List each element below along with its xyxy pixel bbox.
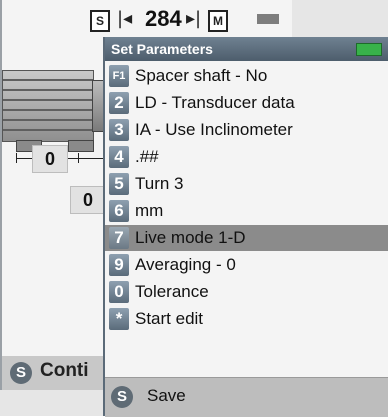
menu-item-start-edit[interactable]: * Start edit [105,306,388,332]
key-3-icon: 3 [109,119,129,141]
top-distance-readout: S |◂ 284 ▸| M [2,6,292,36]
key-9-icon: 9 [109,254,129,276]
save-button[interactable]: S Save [105,377,388,417]
continue-button[interactable]: S Conti [2,356,106,390]
key-2-icon: 2 [109,92,129,114]
menu-item-averaging[interactable]: 9 Averaging - 0 [105,252,388,278]
key-7-icon: 7 [109,227,129,249]
front-foot-value: 0 [32,145,68,173]
key-0-icon: 0 [109,281,129,303]
key-f1-icon: F1 [109,65,129,87]
key-5-icon: 5 [109,173,129,195]
dialog-title-bar: Set Parameters [105,37,388,61]
key-star-icon: * [109,308,129,330]
parameter-menu: F1 Spacer shaft - No 2 LD - Transducer d… [105,63,388,333]
s-key-icon: S [10,362,32,384]
motor-icon [2,70,94,142]
s-key-icon: S [111,386,133,408]
menu-item-spacer-shaft[interactable]: F1 Spacer shaft - No [105,63,388,89]
menu-item-live-mode[interactable]: 7 Live mode 1-D [105,225,388,251]
battery-icon [257,14,279,24]
key-6-icon: 6 [109,200,129,222]
battery-full-icon [356,43,382,56]
arrow-left-icon: |◂ [117,8,133,29]
key-4-icon: 4 [109,146,129,168]
menu-item-decimals[interactable]: 4 .## [105,144,388,170]
set-parameters-dialog: Set Parameters F1 Spacer shaft - No 2 LD… [103,37,388,417]
tag-s: S [90,10,110,32]
top-distance-value: 284 [145,6,182,31]
rear-foot-value: 0 [70,186,106,214]
device-screen: S |◂ 284 ▸| M 0 0 S Conti Set Parameters… [0,0,388,417]
menu-item-turn[interactable]: 5 Turn 3 [105,171,388,197]
menu-item-tolerance[interactable]: 0 Tolerance [105,279,388,305]
arrow-right-icon: ▸| [186,8,202,29]
dialog-title: Set Parameters [111,41,213,57]
menu-item-inclinometer[interactable]: 3 IA - Use Inclinometer [105,117,388,143]
menu-item-units[interactable]: 6 mm [105,198,388,224]
menu-item-transducer-data[interactable]: 2 LD - Transducer data [105,90,388,116]
motor-foot-rear [68,140,94,152]
continue-label: Conti [40,360,89,381]
save-label: Save [147,386,186,405]
tag-m: M [208,10,228,32]
